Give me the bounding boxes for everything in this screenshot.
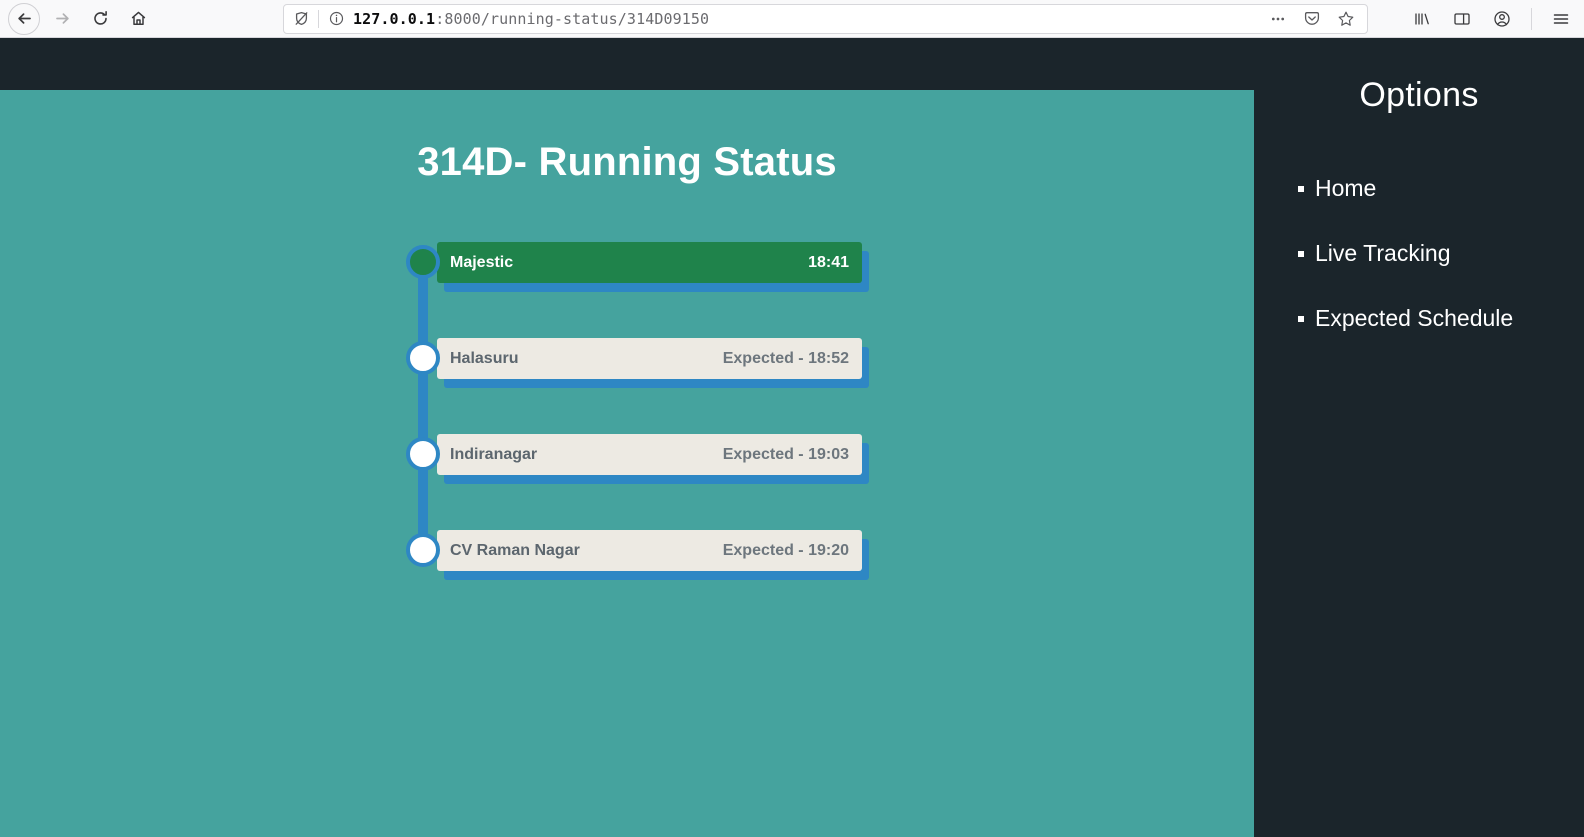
square-bullet-icon xyxy=(1298,315,1304,322)
urlbar-divider xyxy=(318,9,319,28)
page-title: 314D- Running Status xyxy=(0,140,1254,185)
stop-time: Expected - 19:03 xyxy=(722,445,849,463)
timeline-stop[interactable]: Halasuru Expected - 18:52 xyxy=(388,338,888,437)
stop-card[interactable]: CV Raman Nagar Expected - 19:20 xyxy=(437,530,862,571)
address-bar[interactable]: 127.0.0.1:8000/running-status/314D09150 xyxy=(283,3,1368,34)
bookmark-star-icon[interactable] xyxy=(1335,8,1357,30)
sidebar-menu: Home Live Tracking Expected Schedule xyxy=(1254,177,1584,330)
reload-button[interactable] xyxy=(84,3,116,35)
stop-name: Indiranagar xyxy=(450,445,538,463)
sidebar-item-home[interactable]: Home xyxy=(1298,177,1584,200)
sidebar-item-label: Live Tracking xyxy=(1315,240,1451,266)
stop-name: Halasuru xyxy=(450,349,519,367)
site-info-icon[interactable] xyxy=(327,10,345,28)
square-bullet-icon xyxy=(1298,250,1304,257)
sidebar-item-expected-schedule[interactable]: Expected Schedule xyxy=(1298,307,1584,330)
pocket-icon[interactable] xyxy=(1301,8,1323,30)
account-icon[interactable] xyxy=(1491,8,1513,30)
url-path: :8000/running-status/314D09150 xyxy=(435,9,710,28)
hamburger-menu-icon[interactable] xyxy=(1550,8,1572,30)
navigation-buttons xyxy=(8,2,154,35)
stop-time: Expected - 19:20 xyxy=(722,541,849,559)
home-button[interactable] xyxy=(122,3,154,35)
toolbar-separator xyxy=(1531,7,1532,30)
toolbar-right-actions xyxy=(1389,7,1576,30)
library-icon[interactable] xyxy=(1411,8,1433,30)
timeline-stop[interactable]: Majestic 18:41 xyxy=(388,242,888,341)
home-icon xyxy=(130,10,147,27)
stop-name: Majestic xyxy=(450,253,514,271)
forward-arrow-icon xyxy=(54,10,71,27)
stops-timeline: Majestic 18:41 Halasuru Expected - 18:52… xyxy=(388,242,888,629)
sidebar-title: Options xyxy=(1359,76,1479,114)
sidebar-item-label: Home xyxy=(1315,175,1377,201)
options-sidebar: Options Home Live Tracking Expected Sche… xyxy=(1254,38,1584,837)
page-title-dash: - xyxy=(513,140,528,184)
stop-dot-icon xyxy=(406,341,440,375)
page-actions-icon[interactable] xyxy=(1267,8,1289,30)
url-host: 127.0.0.1 xyxy=(353,9,436,28)
stop-card[interactable]: Indiranagar Expected - 19:03 xyxy=(437,434,862,475)
sidebar-item-live-tracking[interactable]: Live Tracking xyxy=(1298,242,1584,265)
running-status-panel: 314D- Running Status Majestic 18:41 Hala… xyxy=(0,90,1254,837)
stop-name: CV Raman Nagar xyxy=(450,541,580,559)
page-title-rest: Running Status xyxy=(538,140,837,184)
stop-card[interactable]: Majestic 18:41 xyxy=(437,242,862,283)
timeline-stop[interactable]: Indiranagar Expected - 19:03 xyxy=(388,434,888,533)
url-text: 127.0.0.1:8000/running-status/314D09150 xyxy=(353,10,709,28)
browser-toolbar: 127.0.0.1:8000/running-status/314D09150 xyxy=(0,0,1584,38)
stop-dot-icon xyxy=(406,533,440,567)
stop-dot-icon xyxy=(406,437,440,471)
tracking-protection-off-icon[interactable] xyxy=(292,10,310,28)
stop-card[interactable]: Halasuru Expected - 18:52 xyxy=(437,338,862,379)
square-bullet-icon xyxy=(1298,185,1304,192)
urlbar-actions xyxy=(1267,8,1359,30)
back-button[interactable] xyxy=(8,2,40,35)
sidebars-icon[interactable] xyxy=(1451,8,1473,30)
stop-time: 18:41 xyxy=(808,253,849,271)
stop-time: Expected - 18:52 xyxy=(722,349,849,367)
forward-button[interactable] xyxy=(46,3,78,35)
urlbar-container: 127.0.0.1:8000/running-status/314D09150 xyxy=(154,3,1389,34)
sidebar-item-label: Expected Schedule xyxy=(1315,305,1514,331)
stop-dot-icon xyxy=(406,245,440,279)
timeline-stop[interactable]: CV Raman Nagar Expected - 19:20 xyxy=(388,530,888,629)
reload-icon xyxy=(92,10,109,27)
page-title-route: 314D xyxy=(417,140,514,184)
page-body: 314D- Running Status Majestic 18:41 Hala… xyxy=(0,38,1584,837)
back-arrow-icon xyxy=(16,10,33,27)
